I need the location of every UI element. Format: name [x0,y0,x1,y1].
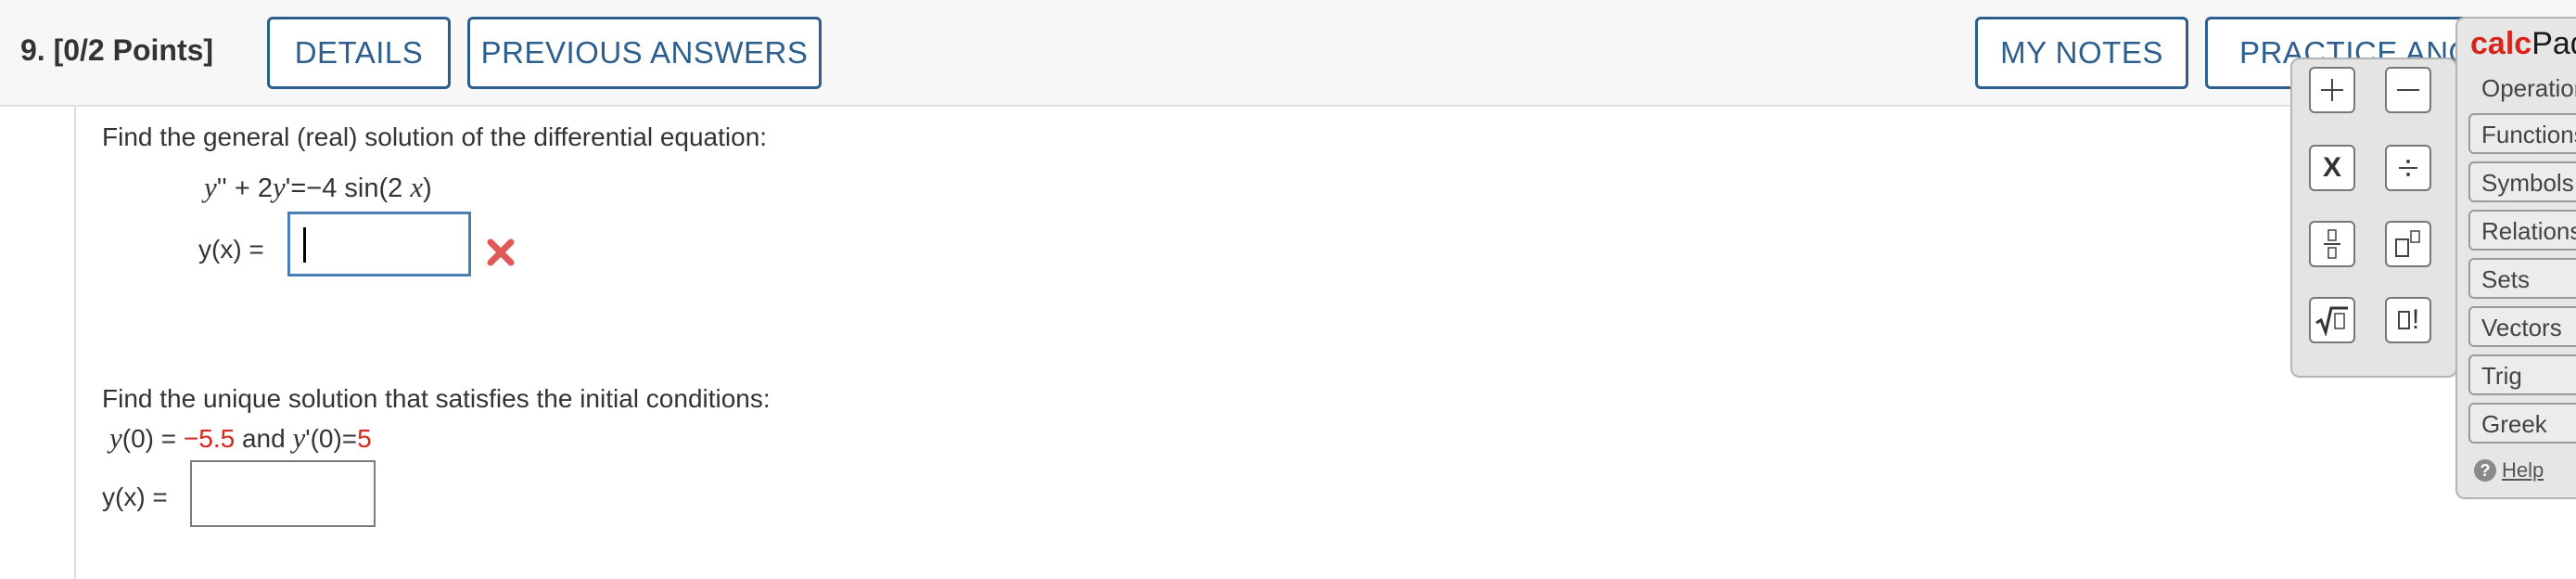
exponent-icon [2395,230,2420,257]
initial-conditions: y(0) = −5.5 and y'(0)=5 [109,421,372,454]
factorial-icon: ! [2411,304,2420,335]
calcpad-panel: calcPad Operations Functions Symbols Rel… [2455,17,2576,499]
part2-prompt: Find the unique solution that satisfies … [102,384,771,413]
unique-solution-input[interactable] [190,460,376,527]
question-points: [0/2 Points] [53,33,214,67]
question-number-and-points: 9. [0/2 Points] [20,33,213,68]
plus-key[interactable] [2309,67,2355,113]
incorrect-x-icon [487,238,515,266]
times-key[interactable]: X [2309,145,2355,191]
divide-icon [2399,160,2417,176]
times-icon: X [2322,152,2341,183]
calcpad-title-pad: Pad [2531,26,2576,61]
differential-equation: y'' + 2y'=−4 sin(2 x) [204,171,432,203]
question-header: 9. [0/2 Points] DETAILS PREVIOUS ANSWERS… [0,0,2576,107]
calcpad-tab-vectors[interactable]: Vectors [2468,306,2576,347]
general-solution-input[interactable] [287,212,471,277]
calcpad-help-link[interactable]: ? Help [2474,458,2544,482]
fraction-icon [2324,229,2340,259]
calcpad-tab-relations[interactable]: Relations [2468,210,2576,251]
plus-icon [2321,79,2343,101]
calcpad-title: calcPad [2470,26,2576,62]
part2-answer-label: y(x) = [102,482,168,511]
content-left-rule [74,107,76,579]
y0-value: −5.5 [183,424,236,453]
part1-answer-label: y(x) = [198,235,264,264]
calcpad-tab-sets[interactable]: Sets [2468,258,2576,299]
calcpad-tab-functions[interactable]: Functions [2468,113,2576,154]
help-label: Help [2502,458,2544,482]
calcpad-tab-operations[interactable]: Operations [2468,67,2576,108]
divide-key[interactable] [2385,145,2431,191]
previous-answers-button[interactable]: PREVIOUS ANSWERS [467,17,822,89]
calcpad-tab-symbols[interactable]: Symbols [2468,161,2576,202]
sqrt-icon [2315,306,2348,336]
details-button[interactable]: DETAILS [267,17,451,89]
my-notes-button[interactable]: MY NOTES [1975,17,2188,89]
question-number: 9. [20,33,45,67]
calc-keypad: X ! [2290,58,2457,378]
calcpad-tab-greek[interactable]: Greek [2468,403,2576,444]
exponent-key[interactable] [2385,221,2431,267]
and-text: and [241,424,286,453]
factorial-key[interactable]: ! [2385,297,2431,343]
text-cursor [303,227,306,263]
sqrt-key[interactable] [2309,297,2355,343]
minus-key[interactable] [2385,67,2431,113]
part1-prompt: Find the general (real) solution of the … [102,122,768,151]
calcpad-tab-trig[interactable]: Trig [2468,354,2576,395]
fraction-key[interactable] [2309,221,2355,267]
minus-icon [2397,89,2419,91]
help-icon: ? [2474,459,2496,482]
calcpad-title-calc: calc [2470,26,2532,61]
dy0-value: 5 [357,424,372,453]
factorial-box-icon [2397,311,2410,329]
